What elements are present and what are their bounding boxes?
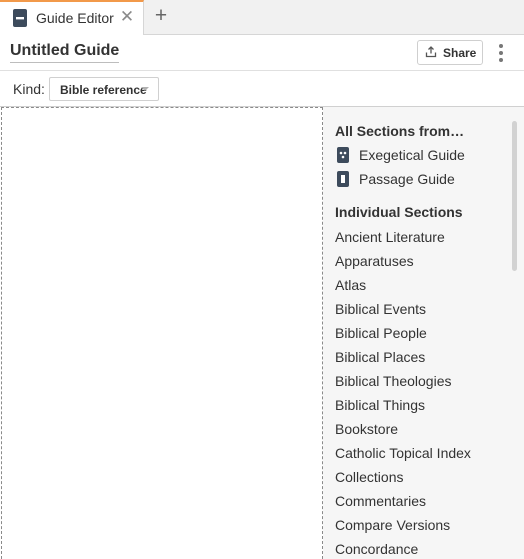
section-item[interactable]: Biblical Places bbox=[335, 345, 471, 369]
share-label: Share bbox=[443, 46, 477, 60]
section-item[interactable]: Commentaries bbox=[335, 489, 471, 513]
sections-list: Ancient Literature Apparatuses Atlas Bib… bbox=[335, 225, 471, 559]
section-item[interactable]: Apparatuses bbox=[335, 249, 471, 273]
editor-header: Untitled Guide Share bbox=[0, 35, 524, 71]
panel-scrollbar[interactable] bbox=[512, 121, 517, 271]
guide-item-label: Exegetical Guide bbox=[359, 147, 465, 163]
section-item[interactable]: Bookstore bbox=[335, 417, 471, 441]
section-item[interactable]: Biblical Events bbox=[335, 297, 471, 321]
share-button[interactable]: Share bbox=[417, 40, 483, 65]
section-item[interactable]: Compare Versions bbox=[335, 513, 471, 537]
guide-title-field[interactable]: Untitled Guide bbox=[10, 42, 120, 63]
exegetical-guide-icon bbox=[337, 147, 349, 163]
individual-sections-heading: Individual Sections bbox=[335, 204, 463, 220]
more-options-icon[interactable] bbox=[493, 41, 509, 65]
section-item[interactable]: Biblical People bbox=[335, 321, 471, 345]
section-item[interactable]: Biblical Things bbox=[335, 393, 471, 417]
kind-label: Kind: bbox=[13, 81, 45, 97]
tab-guide-editor[interactable]: Guide Editor ✕ bbox=[0, 0, 144, 35]
passage-guide-icon bbox=[337, 171, 349, 187]
guide-sections-dropzone[interactable] bbox=[1, 107, 323, 559]
guide-item-label: Passage Guide bbox=[359, 171, 455, 187]
close-icon[interactable]: ✕ bbox=[118, 7, 136, 27]
section-item[interactable]: Concordance bbox=[335, 537, 471, 559]
chevron-down-icon bbox=[141, 87, 149, 91]
guide-icon bbox=[13, 9, 27, 27]
section-item[interactable]: Biblical Theologies bbox=[335, 369, 471, 393]
section-item[interactable]: Catholic Topical Index bbox=[335, 441, 471, 465]
section-item[interactable]: Ancient Literature bbox=[335, 225, 471, 249]
tab-strip: Guide Editor ✕ + bbox=[0, 0, 524, 35]
kind-selected-value: Bible reference bbox=[60, 83, 147, 97]
new-tab-button[interactable]: + bbox=[151, 5, 171, 27]
share-icon bbox=[425, 46, 437, 58]
section-item[interactable]: Collections bbox=[335, 465, 471, 489]
tab-title: Guide Editor bbox=[36, 10, 114, 26]
kind-row: Kind: Bible reference bbox=[0, 71, 524, 107]
section-item[interactable]: Atlas bbox=[335, 273, 471, 297]
all-sections-heading: All Sections from… bbox=[335, 123, 465, 139]
kind-dropdown[interactable]: Bible reference bbox=[49, 77, 159, 101]
